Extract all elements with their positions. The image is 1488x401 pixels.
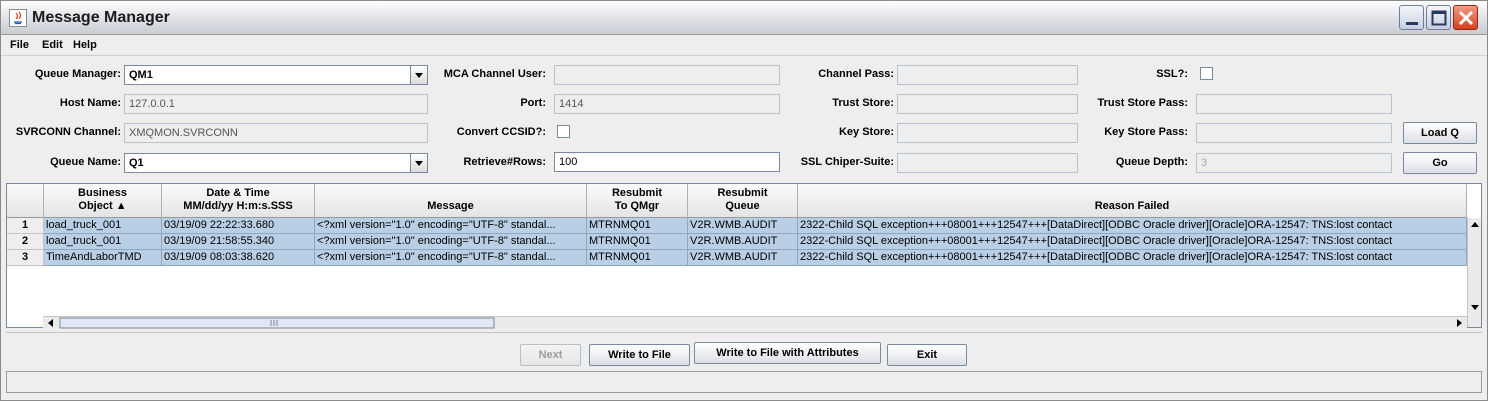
column-header-business-object[interactable]: Business Object ▲: [44, 184, 162, 218]
ssl-cipher-suite-field[interactable]: [897, 153, 1078, 173]
maximize-icon: [1431, 10, 1447, 26]
exit-button[interactable]: Exit: [887, 344, 967, 366]
write-to-file-button[interactable]: Write to File: [589, 344, 690, 366]
cell-resubmit-qmgr[interactable]: MTRNMQ01: [587, 218, 688, 234]
ssl-cipher-suite-label: SSL Chiper-Suite:: [800, 156, 894, 168]
key-store-label: Key Store:: [838, 126, 894, 138]
channel-pass-field[interactable]: [897, 65, 1078, 85]
trust-store-pass-label: Trust Store Pass:: [1097, 97, 1188, 109]
column-header-reason-failed[interactable]: Reason Failed: [798, 184, 1467, 218]
vertical-scrollbar[interactable]: [1467, 218, 1481, 327]
row-number-header: [7, 184, 44, 218]
trust-store-pass-field[interactable]: [1196, 94, 1392, 114]
convert-ccsid-checkbox[interactable]: [557, 125, 570, 138]
menu-bar: File Edit Help: [1, 36, 1487, 56]
host-name-label: Host Name:: [59, 97, 121, 109]
status-bar: [6, 371, 1482, 393]
port-field[interactable]: 1414: [554, 94, 780, 114]
cell-resubmit-qmgr[interactable]: MTRNMQ01: [587, 234, 688, 250]
cell-resubmit-queue[interactable]: V2R.WMB.AUDIT: [688, 250, 798, 266]
port-label: Port:: [520, 97, 546, 109]
cell-date-time[interactable]: 03/19/09 21:58:55.340: [162, 234, 315, 250]
queue-name-combo[interactable]: Q1: [124, 153, 411, 173]
column-header-message[interactable]: Message: [315, 184, 587, 218]
cell-message[interactable]: <?xml version="1.0" encoding="UTF-8" sta…: [315, 218, 587, 234]
column-header-date-time[interactable]: Date & Time MM/dd/yy H:m:s.SSS: [162, 184, 315, 218]
mca-channel-user-label: MCA Channel User:: [443, 68, 546, 80]
column-header-resubmit-qmgr[interactable]: Resubmit To QMgr: [587, 184, 688, 218]
cell-resubmit-queue[interactable]: V2R.WMB.AUDIT: [688, 234, 798, 250]
cell-reason-failed[interactable]: 2322-Child SQL exception+++08001+++12547…: [798, 218, 1467, 234]
window-title: Message Manager: [32, 9, 170, 26]
load-q-button[interactable]: Load Q: [1403, 122, 1477, 144]
svrconn-channel-label: SVRCONN Channel:: [15, 126, 121, 138]
minimize-button[interactable]: [1399, 5, 1424, 30]
cell-reason-failed[interactable]: 2322-Child SQL exception+++08001+++12547…: [798, 250, 1467, 266]
cell-business-object[interactable]: load_truck_001: [44, 218, 162, 234]
next-button[interactable]: Next: [520, 344, 581, 366]
messages-table: Business Object ▲ Date & Time MM/dd/yy H:m…: [6, 183, 1482, 329]
chevron-down-icon: [415, 73, 423, 78]
trust-store-field[interactable]: [897, 94, 1078, 114]
cell-reason-failed[interactable]: 2322-Child SQL exception+++08001+++12547…: [798, 234, 1467, 250]
cell-resubmit-queue[interactable]: V2R.WMB.AUDIT: [688, 218, 798, 234]
svrconn-channel-field[interactable]: XMQMON.SVRCONN: [124, 123, 428, 143]
go-button[interactable]: Go: [1403, 152, 1477, 174]
cell-message[interactable]: <?xml version="1.0" encoding="UTF-8" sta…: [315, 250, 587, 266]
mca-channel-user-field[interactable]: [554, 65, 780, 85]
scroll-thumb-icon: [48, 317, 1462, 329]
write-to-file-with-attributes-button[interactable]: Write to File with Attributes: [694, 342, 881, 364]
menu-edit[interactable]: Edit: [42, 39, 63, 51]
queue-depth-field: 3: [1196, 153, 1392, 173]
close-button[interactable]: [1453, 5, 1478, 30]
scroll-arrows-icon: [1471, 222, 1479, 310]
close-icon: [1458, 10, 1474, 26]
key-store-field[interactable]: [897, 123, 1078, 143]
cell-business-object[interactable]: TimeAndLaborTMD: [44, 250, 162, 266]
key-store-pass-field[interactable]: [1196, 123, 1392, 143]
cell-message[interactable]: <?xml version="1.0" encoding="UTF-8" sta…: [315, 234, 587, 250]
queue-manager-combo[interactable]: QM1: [124, 65, 411, 85]
row-number: 1: [7, 218, 44, 234]
table-header: Business Object ▲ Date & Time MM/dd/yy H:m…: [7, 184, 1467, 218]
table-row[interactable]: 1 load_truck_001 03/19/09 22:22:33.680 <…: [7, 218, 1467, 234]
table-row[interactable]: 2 load_truck_001 03/19/09 21:58:55.340 <…: [7, 234, 1467, 250]
divider: [6, 332, 1482, 333]
queue-name-label: Queue Name:: [50, 156, 121, 168]
minimize-icon: [1406, 22, 1418, 25]
menu-help[interactable]: Help: [73, 39, 97, 51]
queue-depth-label: Queue Depth:: [1115, 156, 1188, 168]
trust-store-label: Trust Store:: [832, 97, 894, 109]
cell-resubmit-qmgr[interactable]: MTRNMQ01: [587, 250, 688, 266]
cell-date-time[interactable]: 03/19/09 22:22:33.680: [162, 218, 315, 234]
retrieve-rows-input[interactable]: 100: [554, 152, 780, 172]
row-number: 2: [7, 234, 44, 250]
column-header-resubmit-queue[interactable]: Resubmit Queue: [688, 184, 798, 218]
cell-date-time[interactable]: 03/19/09 08:03:38.620: [162, 250, 315, 266]
queue-manager-dropdown-button[interactable]: [410, 65, 428, 85]
menu-file[interactable]: File: [10, 39, 29, 51]
table-row[interactable]: 3 TimeAndLaborTMD 03/19/09 08:03:38.620 …: [7, 250, 1467, 266]
channel-pass-label: Channel Pass:: [818, 68, 894, 80]
chevron-down-icon: [415, 161, 423, 166]
ssl-checkbox[interactable]: [1200, 67, 1213, 80]
horizontal-scrollbar[interactable]: [43, 316, 1467, 329]
row-number: 3: [7, 250, 44, 266]
message-manager-window: Message Manager File Edit Help Queue Man…: [0, 0, 1488, 401]
host-name-field[interactable]: 127.0.0.1: [124, 94, 428, 114]
queue-manager-label: Queue Manager:: [34, 68, 121, 80]
cell-business-object[interactable]: load_truck_001: [44, 234, 162, 250]
key-store-pass-label: Key Store Pass:: [1104, 126, 1188, 138]
convert-ccsid-label: Convert CCSID?:: [456, 126, 546, 138]
queue-name-dropdown-button[interactable]: [410, 153, 428, 173]
retrieve-rows-label: Retrieve#Rows:: [463, 156, 546, 168]
ssl-label: SSL?:: [1156, 68, 1188, 80]
title-bar[interactable]: Message Manager: [1, 1, 1487, 35]
maximize-button[interactable]: [1426, 5, 1451, 30]
java-app-icon: [9, 9, 27, 27]
